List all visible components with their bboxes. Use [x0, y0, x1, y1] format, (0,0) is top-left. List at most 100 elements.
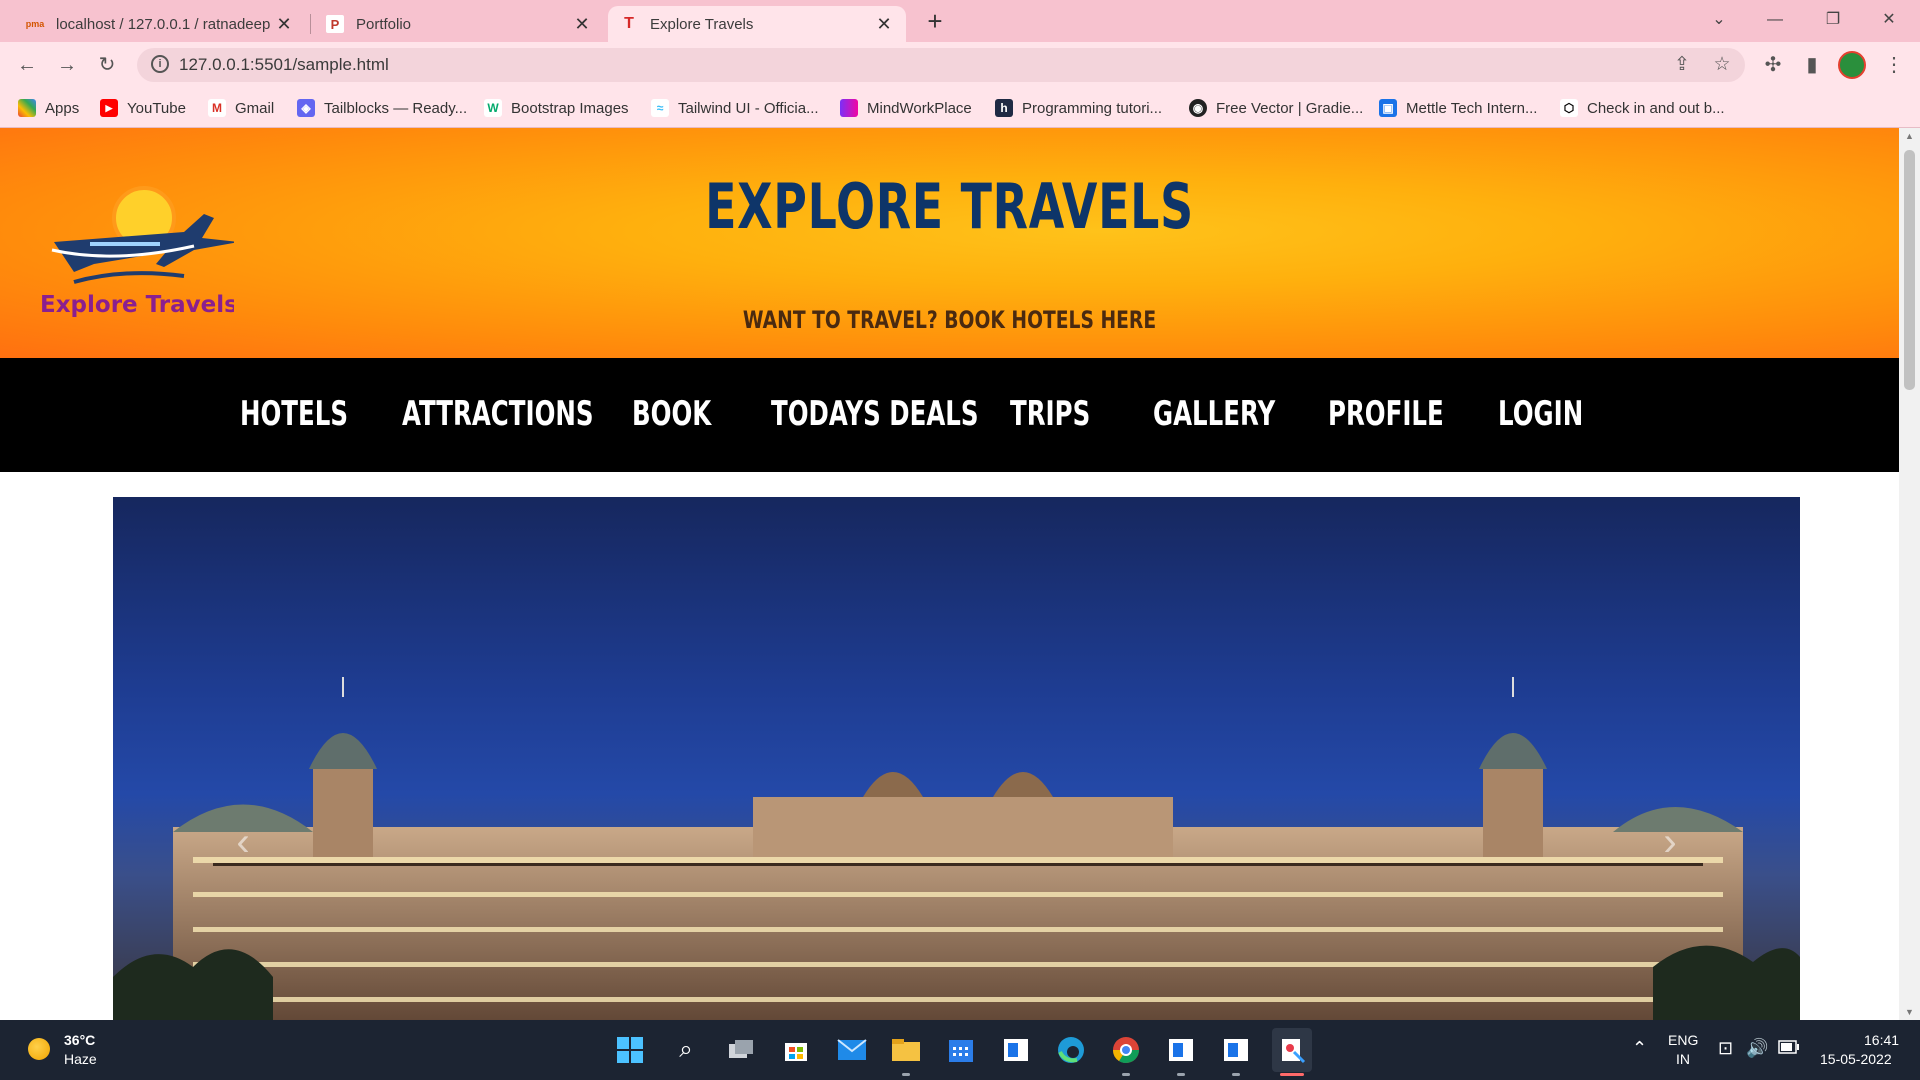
nav-todays-deals[interactable]: TODAYS DEALS — [771, 394, 979, 434]
apps-grid-icon — [18, 99, 36, 117]
tailwind-icon: ≈ — [651, 99, 669, 117]
bookmark-gmail[interactable]: M Gmail — [208, 96, 274, 120]
clock-time[interactable]: 16:41 — [1864, 1032, 1899, 1048]
menu-kebab-icon[interactable]: ⋮ — [1879, 50, 1909, 80]
nav-gallery[interactable]: GALLERY — [1153, 394, 1275, 434]
bookmark-label: YouTube — [127, 99, 186, 117]
chrome-icon[interactable] — [1110, 1034, 1142, 1066]
calendar-icon[interactable] — [945, 1034, 977, 1066]
url-text[interactable]: 127.0.0.1:5501/sample.html — [179, 55, 389, 75]
nav-book[interactable]: BOOK — [632, 394, 711, 434]
bookmark-youtube[interactable]: ▶ YouTube — [100, 96, 186, 120]
explore-travels-logo[interactable]: Explore Travels — [34, 172, 234, 322]
running-indicator — [1122, 1073, 1130, 1076]
scroll-thumb[interactable] — [1904, 150, 1915, 390]
edge-browser-icon[interactable] — [1055, 1034, 1087, 1066]
reload-icon[interactable]: ↻ — [92, 50, 122, 80]
nav-attractions[interactable]: ATTRACTIONS — [402, 394, 594, 434]
microsoft-store-icon[interactable] — [780, 1034, 812, 1066]
app-window-icon-1[interactable] — [1165, 1034, 1197, 1066]
close-icon[interactable]: ✕ — [274, 14, 294, 35]
site-info-icon[interactable]: i — [151, 55, 169, 73]
network-icon[interactable]: ⊡ — [1718, 1038, 1733, 1059]
profile-avatar[interactable] — [1838, 51, 1866, 79]
language-indicator[interactable]: ENG — [1668, 1032, 1698, 1048]
tab-explore-travels[interactable]: T Explore Travels ✕ — [608, 6, 906, 42]
mail-icon[interactable] — [836, 1034, 868, 1066]
file-explorer-icon[interactable] — [890, 1034, 922, 1066]
site-subtitle: WANT TO TRAVEL? BOOK HOTELS HERE — [742, 306, 1157, 334]
page-scrollbar[interactable]: ▲ ▼ — [1899, 128, 1920, 1020]
temperature[interactable]: 36°C — [64, 1032, 95, 1048]
address-bar[interactable]: i 127.0.0.1:5501/sample.html ⇪ ☆ — [137, 48, 1745, 82]
mindworkplace-icon — [840, 99, 858, 117]
new-tab-button[interactable]: + — [920, 6, 950, 36]
close-window-button[interactable]: ✕ — [1866, 0, 1912, 40]
snipping-tool-icon[interactable] — [1272, 1028, 1312, 1072]
region-indicator[interactable]: IN — [1676, 1051, 1690, 1067]
chevron-up-icon[interactable]: ⌃ — [1632, 1038, 1647, 1059]
windows-start-icon[interactable] — [614, 1034, 646, 1066]
bookmark-label: Free Vector | Gradie... — [1216, 99, 1364, 117]
side-panel-icon[interactable]: ▮ — [1797, 50, 1827, 80]
h-logo-icon: h — [995, 99, 1013, 117]
youtube-icon: ▶ — [100, 99, 118, 117]
bookmark-tailblocks[interactable]: ◈ Tailblocks — Ready... — [297, 96, 467, 120]
bookmark-label: Mettle Tech Intern... — [1406, 99, 1538, 117]
bookmark-apps[interactable]: Apps — [18, 96, 79, 120]
hotel-palace-image — [113, 677, 1800, 1020]
minimize-button[interactable]: — — [1752, 0, 1798, 40]
app-window-icon-2[interactable] — [1220, 1034, 1252, 1066]
weather-condition[interactable]: Haze — [64, 1051, 97, 1067]
tab-title: Explore Travels — [650, 15, 754, 33]
browser-toolbar: ← → ↻ i 127.0.0.1:5501/sample.html ⇪ ☆ ✣… — [0, 42, 1920, 88]
bookmark-label: Apps — [45, 99, 80, 117]
close-icon[interactable]: ✕ — [572, 14, 592, 35]
scroll-up-icon[interactable]: ▲ — [1899, 128, 1920, 144]
p-logo-icon: P — [326, 15, 344, 33]
bookmark-mindworkplace[interactable]: MindWorkPlace — [840, 96, 972, 120]
clock-date[interactable]: 15-05-2022 — [1820, 1051, 1892, 1067]
restore-button[interactable]: ❐ — [1810, 0, 1856, 40]
news-app-icon[interactable] — [1000, 1034, 1032, 1066]
nav-trips[interactable]: TRIPS — [1010, 394, 1090, 434]
tab-search-chevron-icon[interactable]: ⌄ — [1696, 0, 1742, 40]
tab-separator — [310, 14, 311, 34]
battery-icon[interactable] — [1778, 1040, 1800, 1057]
extensions-puzzle-icon[interactable]: ✣ — [1758, 50, 1788, 80]
running-indicator — [1232, 1073, 1240, 1076]
bookmark-star-icon[interactable]: ☆ — [1709, 52, 1735, 78]
share-icon[interactable]: ⇪ — [1669, 52, 1695, 78]
nav-profile[interactable]: PROFILE — [1328, 394, 1444, 434]
task-view-icon[interactable] — [725, 1034, 757, 1066]
bookmark-bootstrap-images[interactable]: W Bootstrap Images — [484, 96, 629, 120]
nav-login[interactable]: LOGIN — [1498, 394, 1583, 434]
bookmark-programming[interactable]: h Programming tutori... — [995, 96, 1162, 120]
bookmark-label: Programming tutori... — [1022, 99, 1163, 117]
bookmark-tailwind-ui[interactable]: ≈ Tailwind UI - Officia... — [651, 96, 819, 120]
gmail-icon: M — [208, 99, 226, 117]
back-arrow-icon[interactable]: ← — [12, 50, 42, 80]
bookmark-check-in-out[interactable]: ⬡ Check in and out b... — [1560, 96, 1725, 120]
bookmark-label: Tailblocks — Ready... — [324, 99, 468, 117]
volume-icon[interactable]: 🔊 — [1746, 1038, 1768, 1059]
carousel-next-icon[interactable]: › — [1650, 822, 1690, 862]
tab-phpmyadmin[interactable]: pma localhost / 127.0.0.1 / ratnadeep ✕ — [14, 6, 306, 42]
freepik-icon: ◉ — [1189, 99, 1207, 117]
nav-hotels[interactable]: HOTELS — [240, 394, 348, 434]
t-logo-icon: T — [624, 15, 634, 32]
hotel-carousel[interactable]: ‹ › — [113, 497, 1800, 1020]
bookmark-free-vector[interactable]: ◉ Free Vector | Gradie... — [1189, 96, 1363, 120]
windows-taskbar: 36°C Haze ⌕ ⌃ ENG IN ⊡ 🔊 16:41 15-05-202… — [0, 1020, 1920, 1080]
close-icon[interactable]: ✕ — [874, 14, 894, 35]
forward-arrow-icon[interactable]: → — [52, 50, 82, 80]
bookmark-mettle-tech[interactable]: ▣ Mettle Tech Intern... — [1379, 96, 1537, 120]
bookmark-label: Check in and out b... — [1587, 99, 1725, 117]
weather-sun-icon[interactable] — [28, 1038, 50, 1060]
scroll-down-icon[interactable]: ▼ — [1899, 1004, 1920, 1020]
codepen-icon: ⬡ — [1560, 99, 1578, 117]
carousel-prev-icon[interactable]: ‹ — [223, 822, 263, 862]
tab-portfolio[interactable]: P Portfolio ✕ — [314, 6, 604, 42]
search-icon[interactable]: ⌕ — [670, 1034, 702, 1066]
main-nav: HOTELS ATTRACTIONS BOOK TODAYS DEALS TRI… — [0, 358, 1899, 472]
